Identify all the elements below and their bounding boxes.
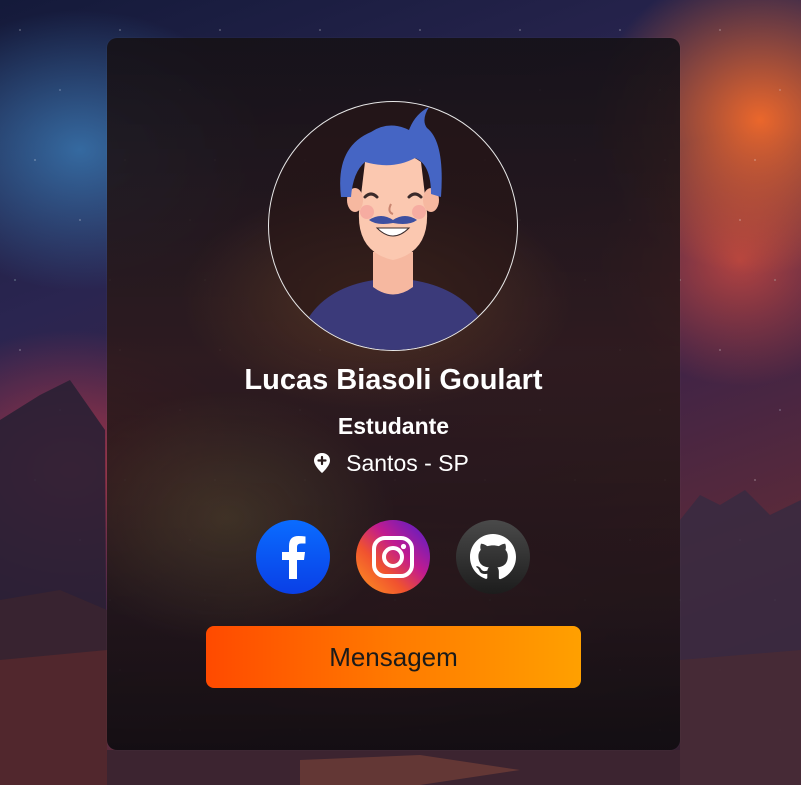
- profile-name: Lucas Biasoli Goulart: [244, 364, 543, 396]
- map-pin-icon: [314, 453, 331, 473]
- profile-avatar: [268, 101, 518, 351]
- github-button[interactable]: [456, 520, 530, 594]
- instagram-button[interactable]: [356, 520, 430, 594]
- facebook-button[interactable]: [256, 520, 330, 594]
- github-icon: [470, 534, 516, 580]
- instagram-icon: [372, 536, 414, 578]
- facebook-icon: [282, 536, 306, 579]
- profile-location: Santos - SP: [107, 449, 680, 477]
- message-button[interactable]: Mensagem: [206, 626, 581, 688]
- avatar-illustration: [297, 107, 489, 350]
- profile-role: Estudante: [337, 413, 450, 439]
- location-text: Santos - SP: [346, 450, 469, 476]
